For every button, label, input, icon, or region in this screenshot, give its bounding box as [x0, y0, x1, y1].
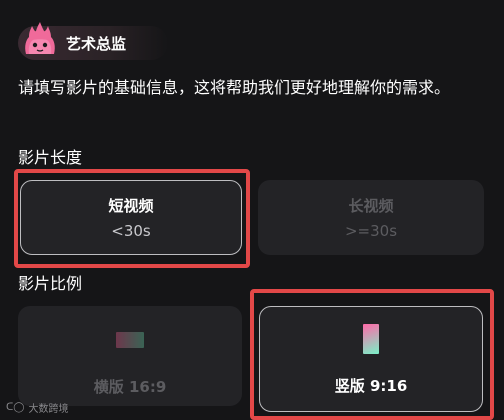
- watermark: ᑕ◯ 大数跨境: [6, 400, 69, 415]
- highlight-box: [14, 169, 250, 268]
- header-title: 艺术总监: [66, 35, 127, 53]
- landscape-ratio-label: 横版 16:9: [93, 378, 167, 396]
- intro-text: 请填写影片的基础信息，这将帮助我们更好地理解你的需求。: [18, 78, 451, 97]
- duration-section-label: 影片长度: [18, 148, 83, 167]
- watermark-logo-icon: ᑕ◯: [6, 402, 25, 413]
- watermark-text: 大数跨境: [28, 404, 69, 415]
- agent-header: 艺术总监: [18, 22, 168, 60]
- landscape-ratio-icon: [116, 332, 144, 348]
- pink-flame-mascot-icon: [25, 22, 55, 54]
- long-video-title: 长视频: [348, 197, 394, 215]
- highlight-box: [250, 289, 494, 420]
- ratio-section-label: 影片比例: [18, 274, 83, 293]
- landscape-ratio-option[interactable]: 横版 16:9: [18, 306, 242, 406]
- long-video-duration: >=30s: [344, 222, 398, 240]
- long-video-option[interactable]: 长视频 >=30s: [258, 180, 484, 255]
